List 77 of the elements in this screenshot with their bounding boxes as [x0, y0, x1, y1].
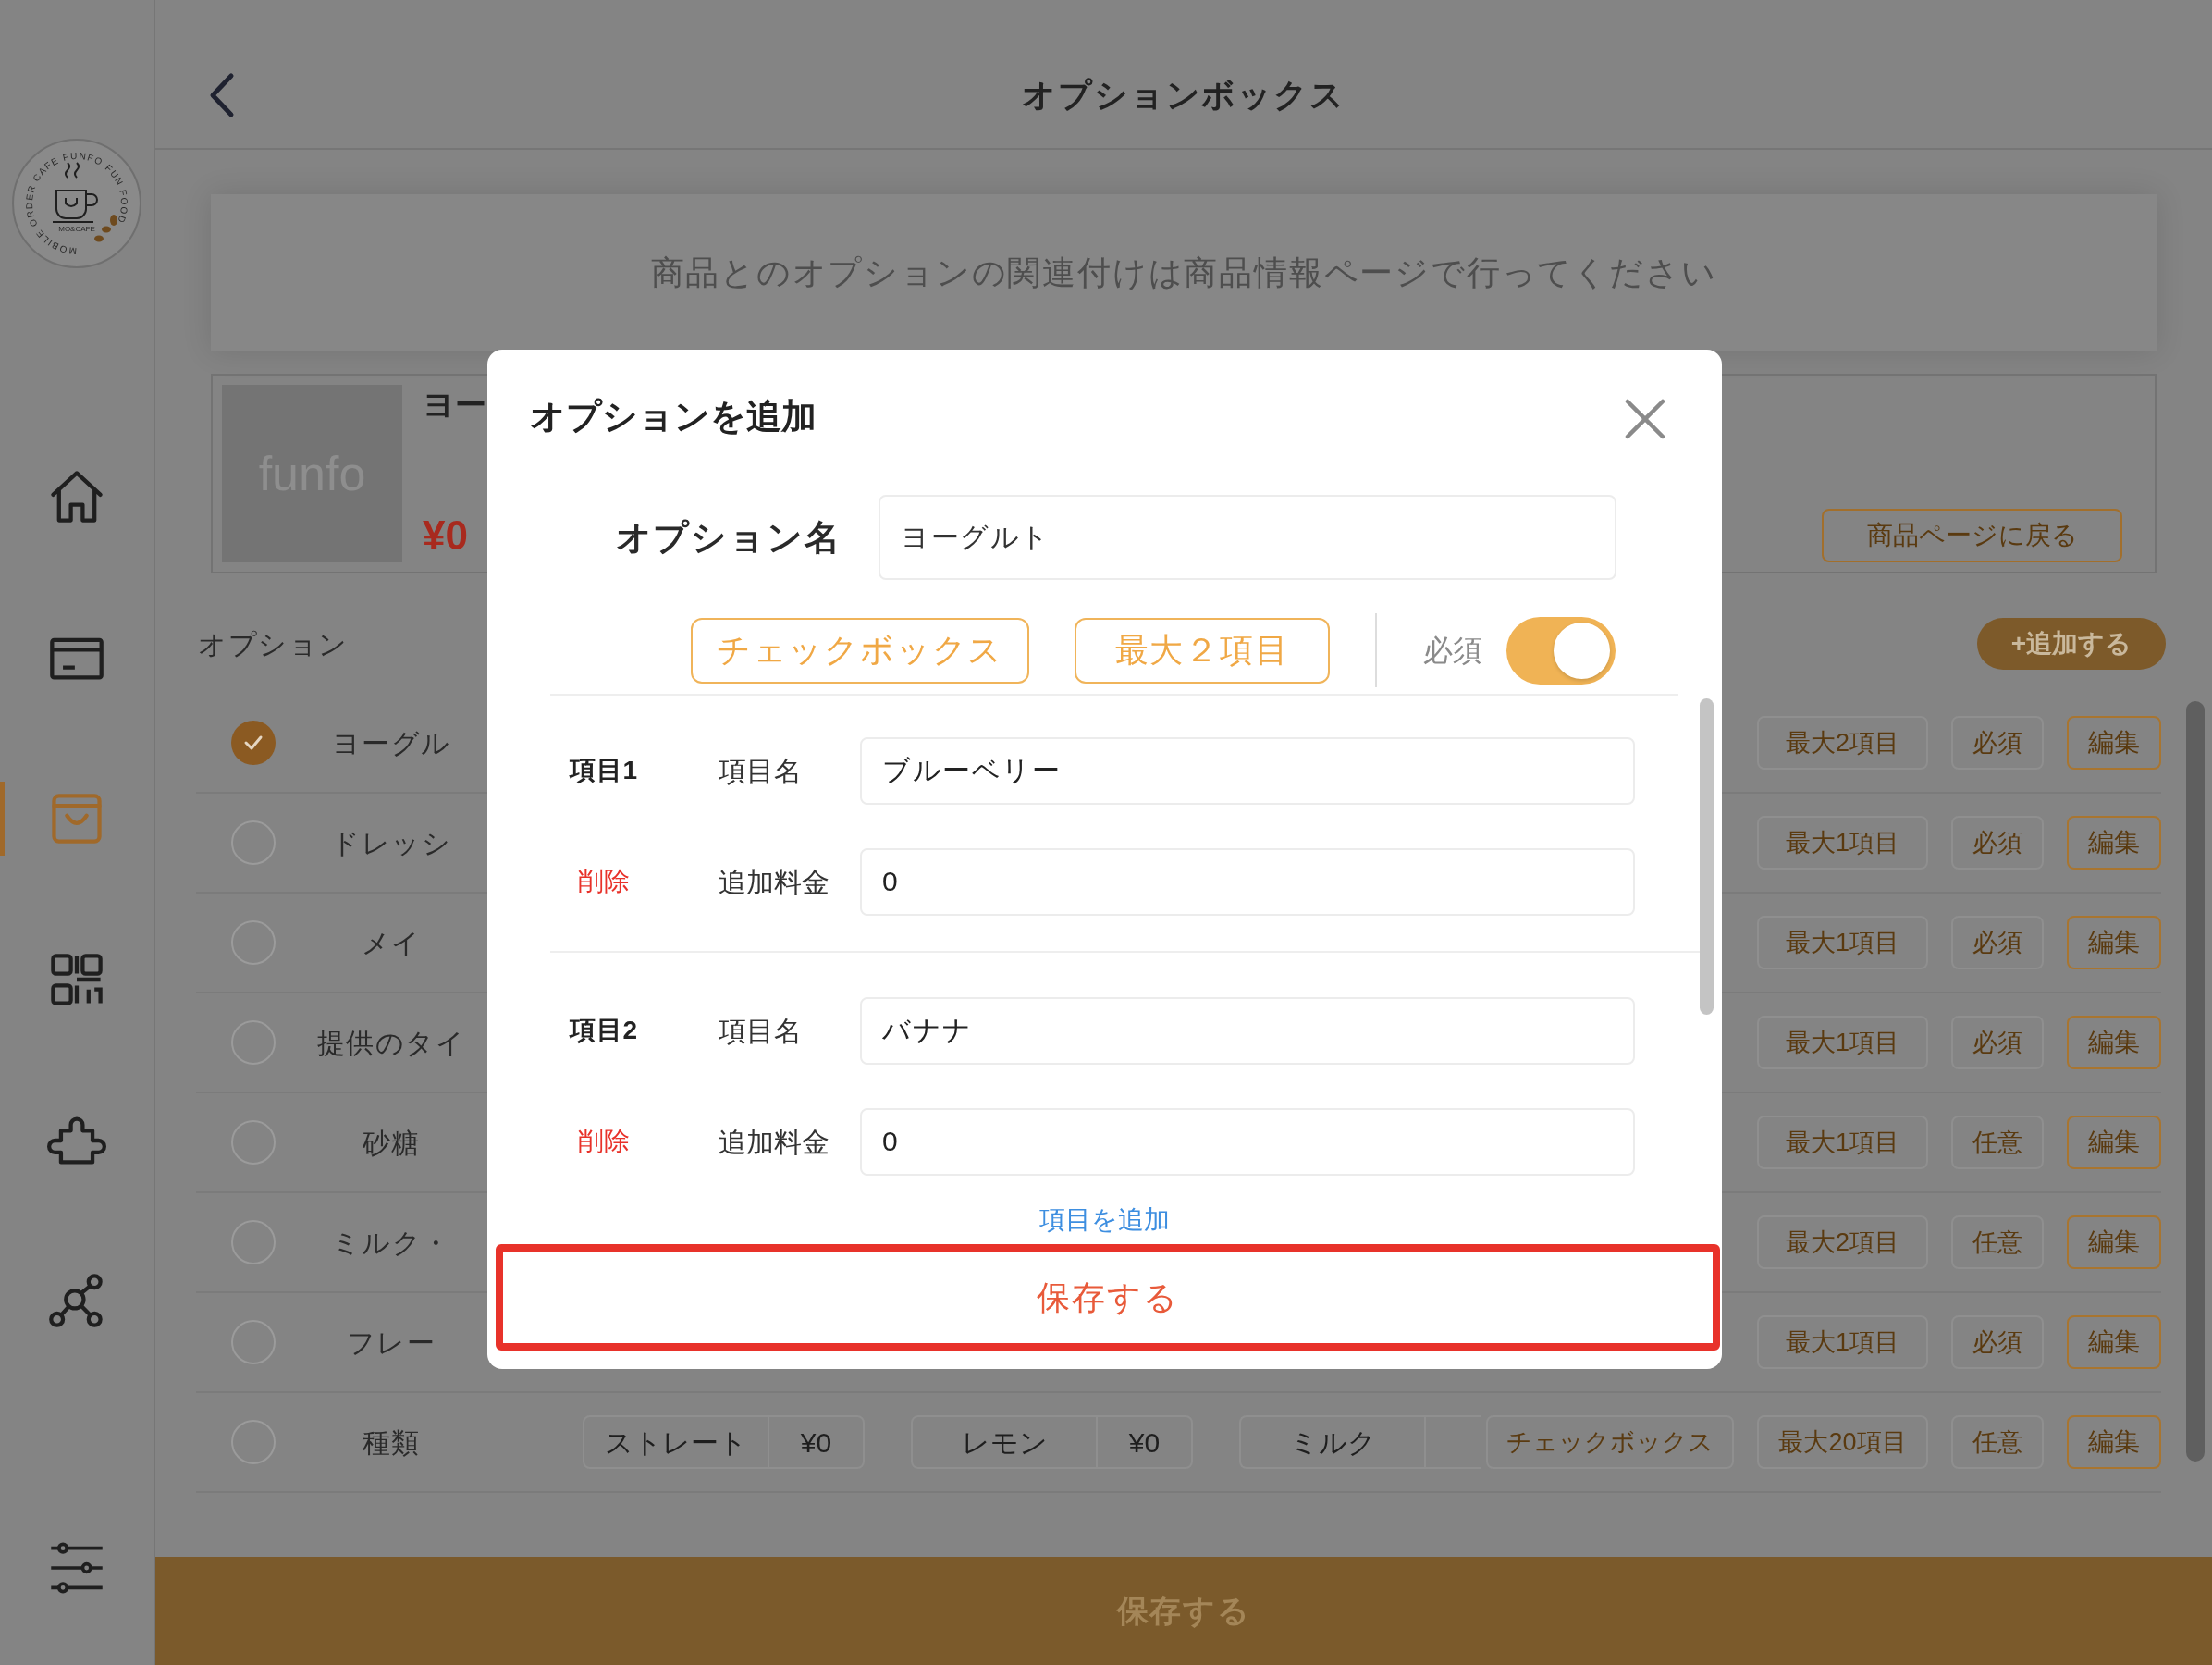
edit-button[interactable]: 編集 [2067, 1415, 2161, 1469]
add-item-link[interactable]: 項目を追加 [1039, 1201, 1170, 1240]
required-label: 必須 [1423, 633, 1482, 669]
option-name: 砂糖 [362, 1126, 421, 1160]
radio-button[interactable] [231, 1420, 276, 1464]
edit-button[interactable]: 編集 [2067, 916, 2161, 969]
option-name: ミルク・ [331, 1226, 451, 1260]
edit-button[interactable]: 編集 [2067, 716, 2161, 770]
edit-button[interactable]: 編集 [2067, 1315, 2161, 1369]
edit-button[interactable]: 編集 [2067, 1116, 2161, 1169]
max-items-tag: 最大1項目 [1757, 1315, 1928, 1369]
required-tag: 必須 [1951, 1016, 2044, 1069]
back-to-product-button[interactable]: 商品ページに戻る [1822, 509, 2122, 562]
required-tag: 必須 [1951, 1315, 2044, 1369]
radio-button[interactable] [231, 1120, 276, 1165]
radio-button[interactable] [231, 1020, 276, 1065]
required-tag: 任意 [1951, 1215, 2044, 1269]
option-name: 種類 [362, 1425, 421, 1460]
option-name: メイ [361, 926, 422, 960]
required-tag: 必須 [1951, 816, 2044, 870]
checkbox-type-button[interactable]: チェックボックス [691, 617, 1029, 684]
scrollbar[interactable] [2186, 701, 2205, 1462]
max-items-tag: 最大1項目 [1757, 916, 1928, 969]
extra-charge-field[interactable]: 0 [860, 847, 1635, 916]
required-tag: 任意 [1951, 1116, 2044, 1169]
delete-button[interactable]: 削除 [578, 862, 630, 901]
extra-charge-field[interactable]: 0 [860, 1107, 1635, 1176]
option-name: ドレッシ [331, 826, 451, 860]
option-name: ヨーグル [331, 726, 451, 760]
close-button[interactable] [1624, 398, 1666, 440]
option-name: フレー [346, 1326, 436, 1360]
notice-text: 商品とのオプションの関連付けは商品情報ページで行ってください [650, 253, 1717, 293]
back-icon [209, 72, 235, 118]
required-tag: 任意 [1951, 1415, 2044, 1469]
product-name: ヨー [423, 386, 486, 424]
edit-button[interactable]: 編集 [2067, 1016, 2161, 1069]
max-items-tag: 最大1項目 [1757, 1116, 1928, 1169]
dialog-save-button[interactable]: 保存する [496, 1244, 1720, 1350]
item-name-label: 項目名 [719, 755, 802, 786]
item-name-field[interactable]: ブルーベリー [860, 736, 1635, 805]
close-icon [1624, 398, 1666, 440]
radio-button[interactable] [231, 920, 276, 965]
back-button[interactable] [209, 72, 235, 118]
option-name-label: オプション名 [614, 516, 842, 559]
options-label: オプション [198, 627, 349, 661]
choice-pill: レモン ¥0 [911, 1415, 1193, 1469]
required-tag: 必須 [1951, 916, 2044, 969]
required-tag: 必須 [1951, 716, 2044, 770]
delete-button[interactable]: 削除 [578, 1122, 630, 1161]
choice-pill: ストレート ¥0 [583, 1415, 865, 1469]
option-name-field[interactable]: ヨーグルト [879, 495, 1616, 580]
max-items-button[interactable]: 最大２項目 [1075, 617, 1330, 684]
dialog-title: オプションを追加 [530, 396, 817, 438]
radio-button[interactable] [231, 721, 276, 765]
max-items-tag: 最大2項目 [1757, 716, 1928, 770]
extra-charge-label: 追加料金 [719, 866, 830, 897]
max-items-tag: 最大20項目 [1757, 1415, 1928, 1469]
item-name-field[interactable]: バナナ [860, 996, 1635, 1065]
type-tag: チェックボックス [1486, 1415, 1734, 1469]
add-option-button[interactable]: +追加する [1977, 618, 2166, 670]
extra-charge-label: 追加料金 [719, 1126, 830, 1157]
edit-button[interactable]: 編集 [2067, 816, 2161, 870]
radio-button[interactable] [231, 820, 276, 865]
radio-button[interactable] [231, 1220, 276, 1264]
choice-pill: ミルク [1239, 1415, 1481, 1469]
page-title: オプションボックス [1022, 75, 1346, 116]
item-number-label: 項目2 [570, 1016, 638, 1044]
edit-button[interactable]: 編集 [2067, 1215, 2161, 1269]
radio-button[interactable] [231, 1320, 276, 1364]
item-name-label: 項目名 [719, 1015, 802, 1046]
product-price: ¥0 [423, 512, 469, 560]
max-items-tag: 最大1項目 [1757, 816, 1928, 870]
option-name: 提供のタイ [316, 1026, 466, 1060]
max-items-tag: 最大2項目 [1757, 1215, 1928, 1269]
item-number-label: 項目1 [570, 756, 638, 784]
scrollbar[interactable] [1700, 698, 1714, 1015]
max-items-tag: 最大1項目 [1757, 1016, 1928, 1069]
